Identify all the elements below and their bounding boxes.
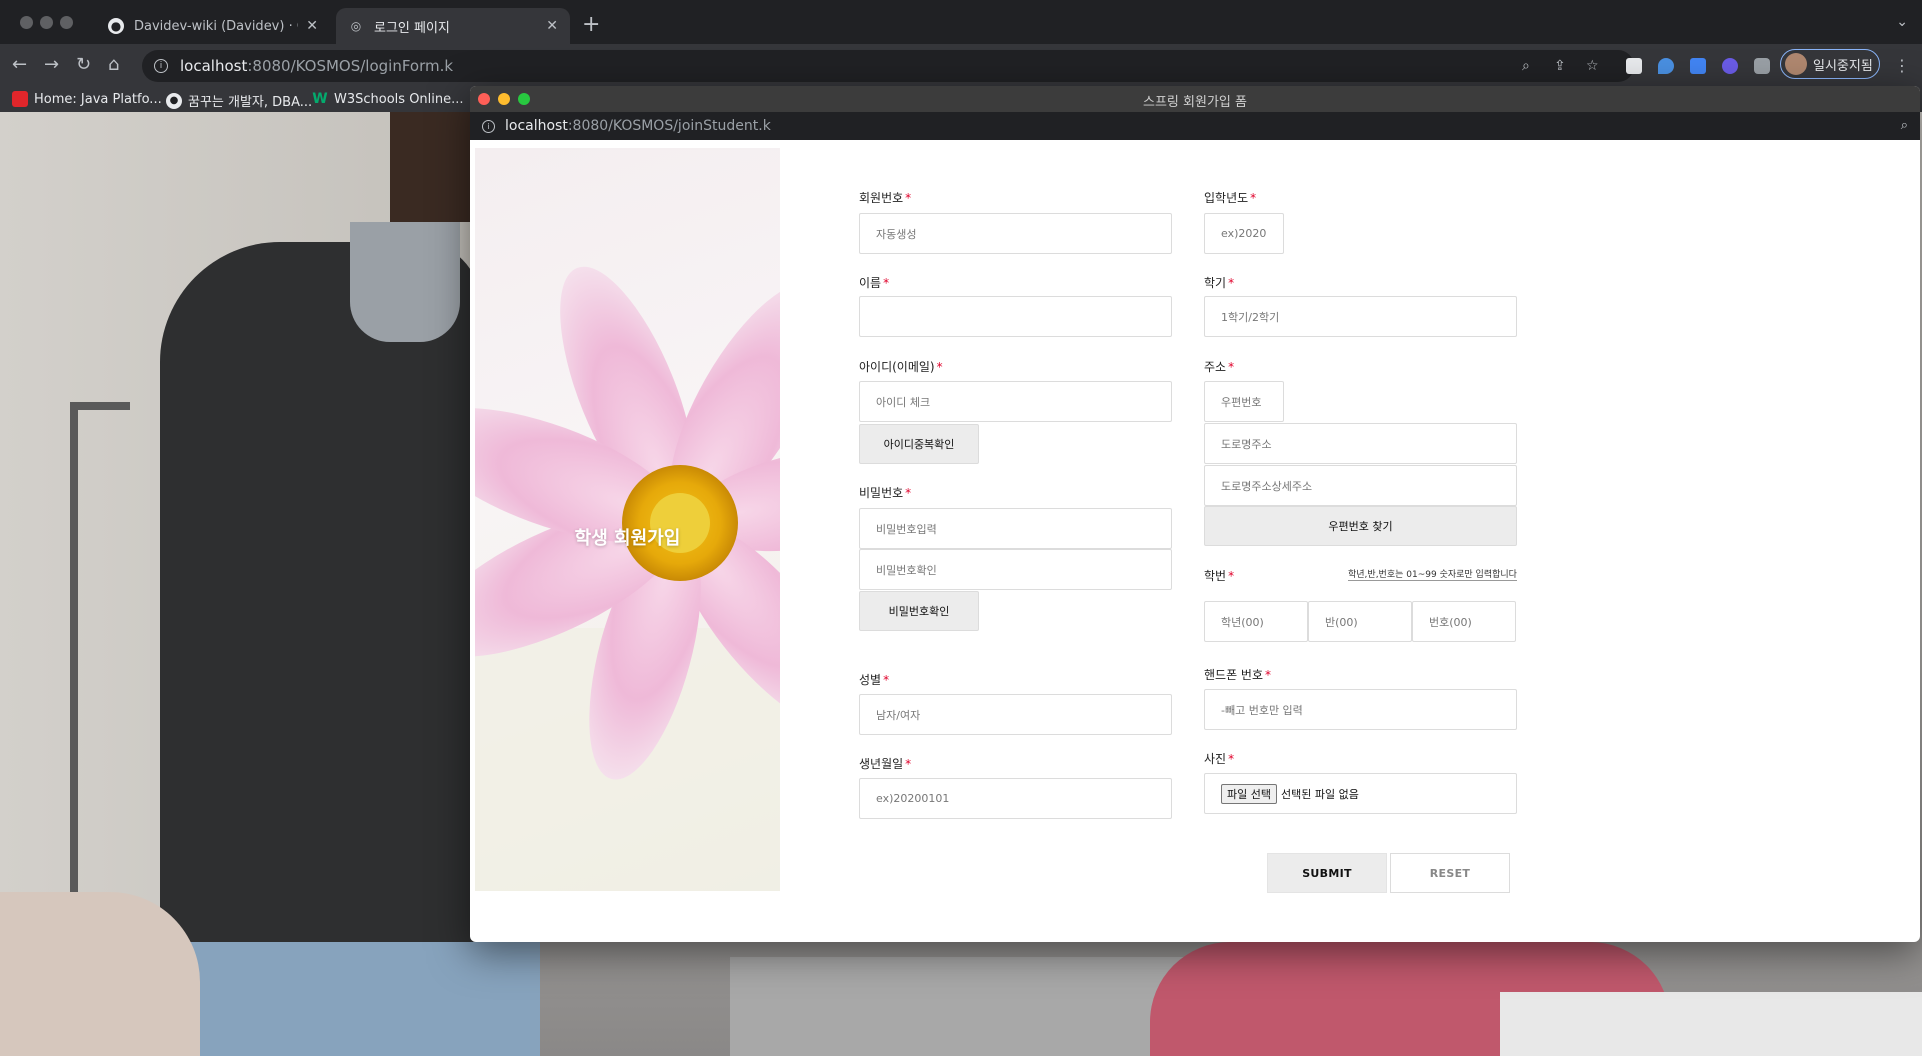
road-address-input[interactable]: 도로명주소 [1204,423,1517,464]
student-no-hint: 학년,반,번호는 01~99 숫자로만 입력합니다 [1348,567,1517,581]
name-input[interactable] [859,296,1172,337]
forward-icon[interactable]: → [44,54,59,76]
w3schools-icon: W [312,91,328,107]
gender-input[interactable]: 남자/여자 [859,694,1172,735]
photo-label: 사진 * [1204,752,1235,766]
class-input[interactable]: 반(00) [1308,601,1412,642]
extension-icon[interactable] [1658,58,1674,74]
tab-github[interactable]: ● Davidev-wiki (Davidev) · GitHub ✕ [96,8,330,44]
tab-title: Davidev-wiki (Davidev) · GitHub [134,18,298,34]
oracle-icon [12,91,28,107]
reset-button[interactable]: RESET [1390,853,1510,893]
tab-title: 로그인 페이지 [374,20,450,36]
address-bar[interactable]: i localhost:8080/KOSMOS/loginForm.k ⌕ ⇪ … [142,50,1634,82]
translate-extension-icon[interactable] [1690,58,1706,74]
back-icon[interactable]: ← [12,54,27,76]
info-icon[interactable]: i [482,119,495,133]
popup-title-bar: 스프링 회원가입 폼 [470,86,1920,112]
puzzle-icon[interactable] [1754,58,1770,74]
birth-input[interactable]: ex)20200101 [859,778,1172,819]
signup-popup-window: 스프링 회원가입 폼 i localhost:8080/KOSMOS/joinS… [470,86,1920,942]
bookmark-star-icon[interactable]: ☆ [1586,58,1599,74]
bookmark-item[interactable]: W W3Schools Online... [312,91,464,107]
number-input[interactable]: 번호(00) [1412,601,1516,642]
phone-input[interactable]: -빼고 번호만 입력 [1204,689,1517,730]
gender-label: 성별 * [859,673,890,687]
share-icon[interactable]: ⇪ [1554,58,1566,74]
close-icon[interactable]: ✕ [546,18,558,34]
photo-person-head [390,112,480,222]
photo-paper [1500,992,1922,1056]
file-status-text: 선택된 파일 없음 [1280,787,1359,801]
member-no-input[interactable]: 자동생성 [859,213,1172,254]
bookmark-label: W3Schools Online... [334,91,464,107]
url-path: :8080/KOSMOS/loginForm.k [247,57,454,75]
birth-label: 생년월일 * [859,757,912,771]
photo-person-jeans [160,942,540,1056]
bookmark-label: Home: Java Platfo... [34,91,162,107]
check-id-button[interactable]: 아이디중복확인 [859,424,979,464]
detail-address-input[interactable]: 도로명주소상세주소 [1204,465,1517,506]
photo-door-frame [70,402,130,952]
submit-button[interactable]: SUBMIT [1267,853,1387,893]
browser-toolbar: ← → ↻ ⌂ i localhost:8080/KOSMOS/loginFor… [0,44,1922,88]
password-input[interactable]: 비밀번호입력 [859,508,1172,549]
github-icon: ● [108,18,124,34]
close-icon[interactable]: ✕ [306,18,318,34]
zoom-icon[interactable]: ⌕ [1522,58,1530,74]
new-tab-icon[interactable]: + [582,12,600,38]
signup-side-title: 학생 회원가입 [574,528,681,549]
zip-code-input[interactable]: 우편번호 [1204,381,1284,422]
member-no-label: 회원번호 * [859,191,912,205]
name-label: 이름 * [859,276,890,290]
bookmark-item[interactable]: ● 꿈꾸는 개발자, DBA... [166,91,312,110]
phone-label: 핸드폰 번호 * [1204,668,1272,682]
find-zip-button[interactable]: 우편번호 찾기 [1204,506,1517,546]
check-password-button[interactable]: 비밀번호확인 [859,591,979,631]
browser-tab-bar: ● Davidev-wiki (Davidev) · GitHub ✕ ◎ 로그… [0,0,1922,44]
choose-file-button[interactable]: 파일 선택 [1221,783,1277,804]
home-icon[interactable]: ⌂ [108,54,119,76]
photo-person-collar [350,222,460,342]
flower-image-panel: 학생 회원가입 [475,148,780,891]
bookmark-label: 꿈꾸는 개발자, DBA... [188,95,313,110]
bookmark-item[interactable]: Home: Java Platfo... [12,91,162,107]
photo-person-sweater [160,242,480,1012]
url-host: localhost [180,57,248,75]
extension-icon[interactable] [1722,58,1738,74]
chevron-down-icon[interactable]: ⌄ [1896,14,1908,30]
photo-arm [0,892,200,1056]
globe-icon: ● [166,92,182,109]
semester-input[interactable]: 1학기/2학기 [1204,296,1517,337]
user-id-label: 아이디(이메일) * [859,360,943,374]
notion-extension-icon[interactable] [1626,58,1642,74]
popup-title: 스프링 회원가입 폼 [1143,95,1247,110]
info-icon[interactable]: i [154,59,168,73]
popup-address-bar[interactable]: i localhost:8080/KOSMOS/joinStudent.k ⌕ [470,112,1920,140]
window-minimize-dot[interactable] [40,16,53,29]
profile-button[interactable]: 일시중지됨 [1780,49,1880,79]
zoom-icon[interactable]: ⌕ [1901,118,1908,133]
more-menu-icon[interactable]: ⋮ [1894,56,1910,75]
entry-year-label: 입학년도 * [1204,191,1257,205]
url-path: :8080/KOSMOS/joinStudent.k [567,118,771,134]
user-id-input[interactable]: 아이디 체크 [859,381,1172,422]
password-confirm-input[interactable]: 비밀번호확인 [859,549,1172,590]
globe-icon: ◎ [350,19,362,33]
avatar [1785,53,1807,75]
entry-year-input[interactable]: ex)2020 [1204,213,1284,254]
password-label: 비밀번호 * [859,486,912,500]
grade-input[interactable]: 학년(00) [1204,601,1308,642]
flower-illustration [475,266,780,891]
window-close-dot[interactable] [20,16,33,29]
reload-icon[interactable]: ↻ [76,54,91,76]
url-host: localhost [505,118,568,134]
address-label: 주소 * [1204,360,1235,374]
semester-label: 학기 * [1204,276,1235,290]
tab-login-page[interactable]: ◎ 로그인 페이지 ✕ [336,8,570,44]
window-zoom-dot[interactable] [60,16,73,29]
student-no-label: 학번 * [1204,569,1235,583]
profile-label: 일시중지됨 [1813,58,1873,74]
photo-file-input[interactable]: 파일 선택 선택된 파일 없음 [1204,773,1517,814]
